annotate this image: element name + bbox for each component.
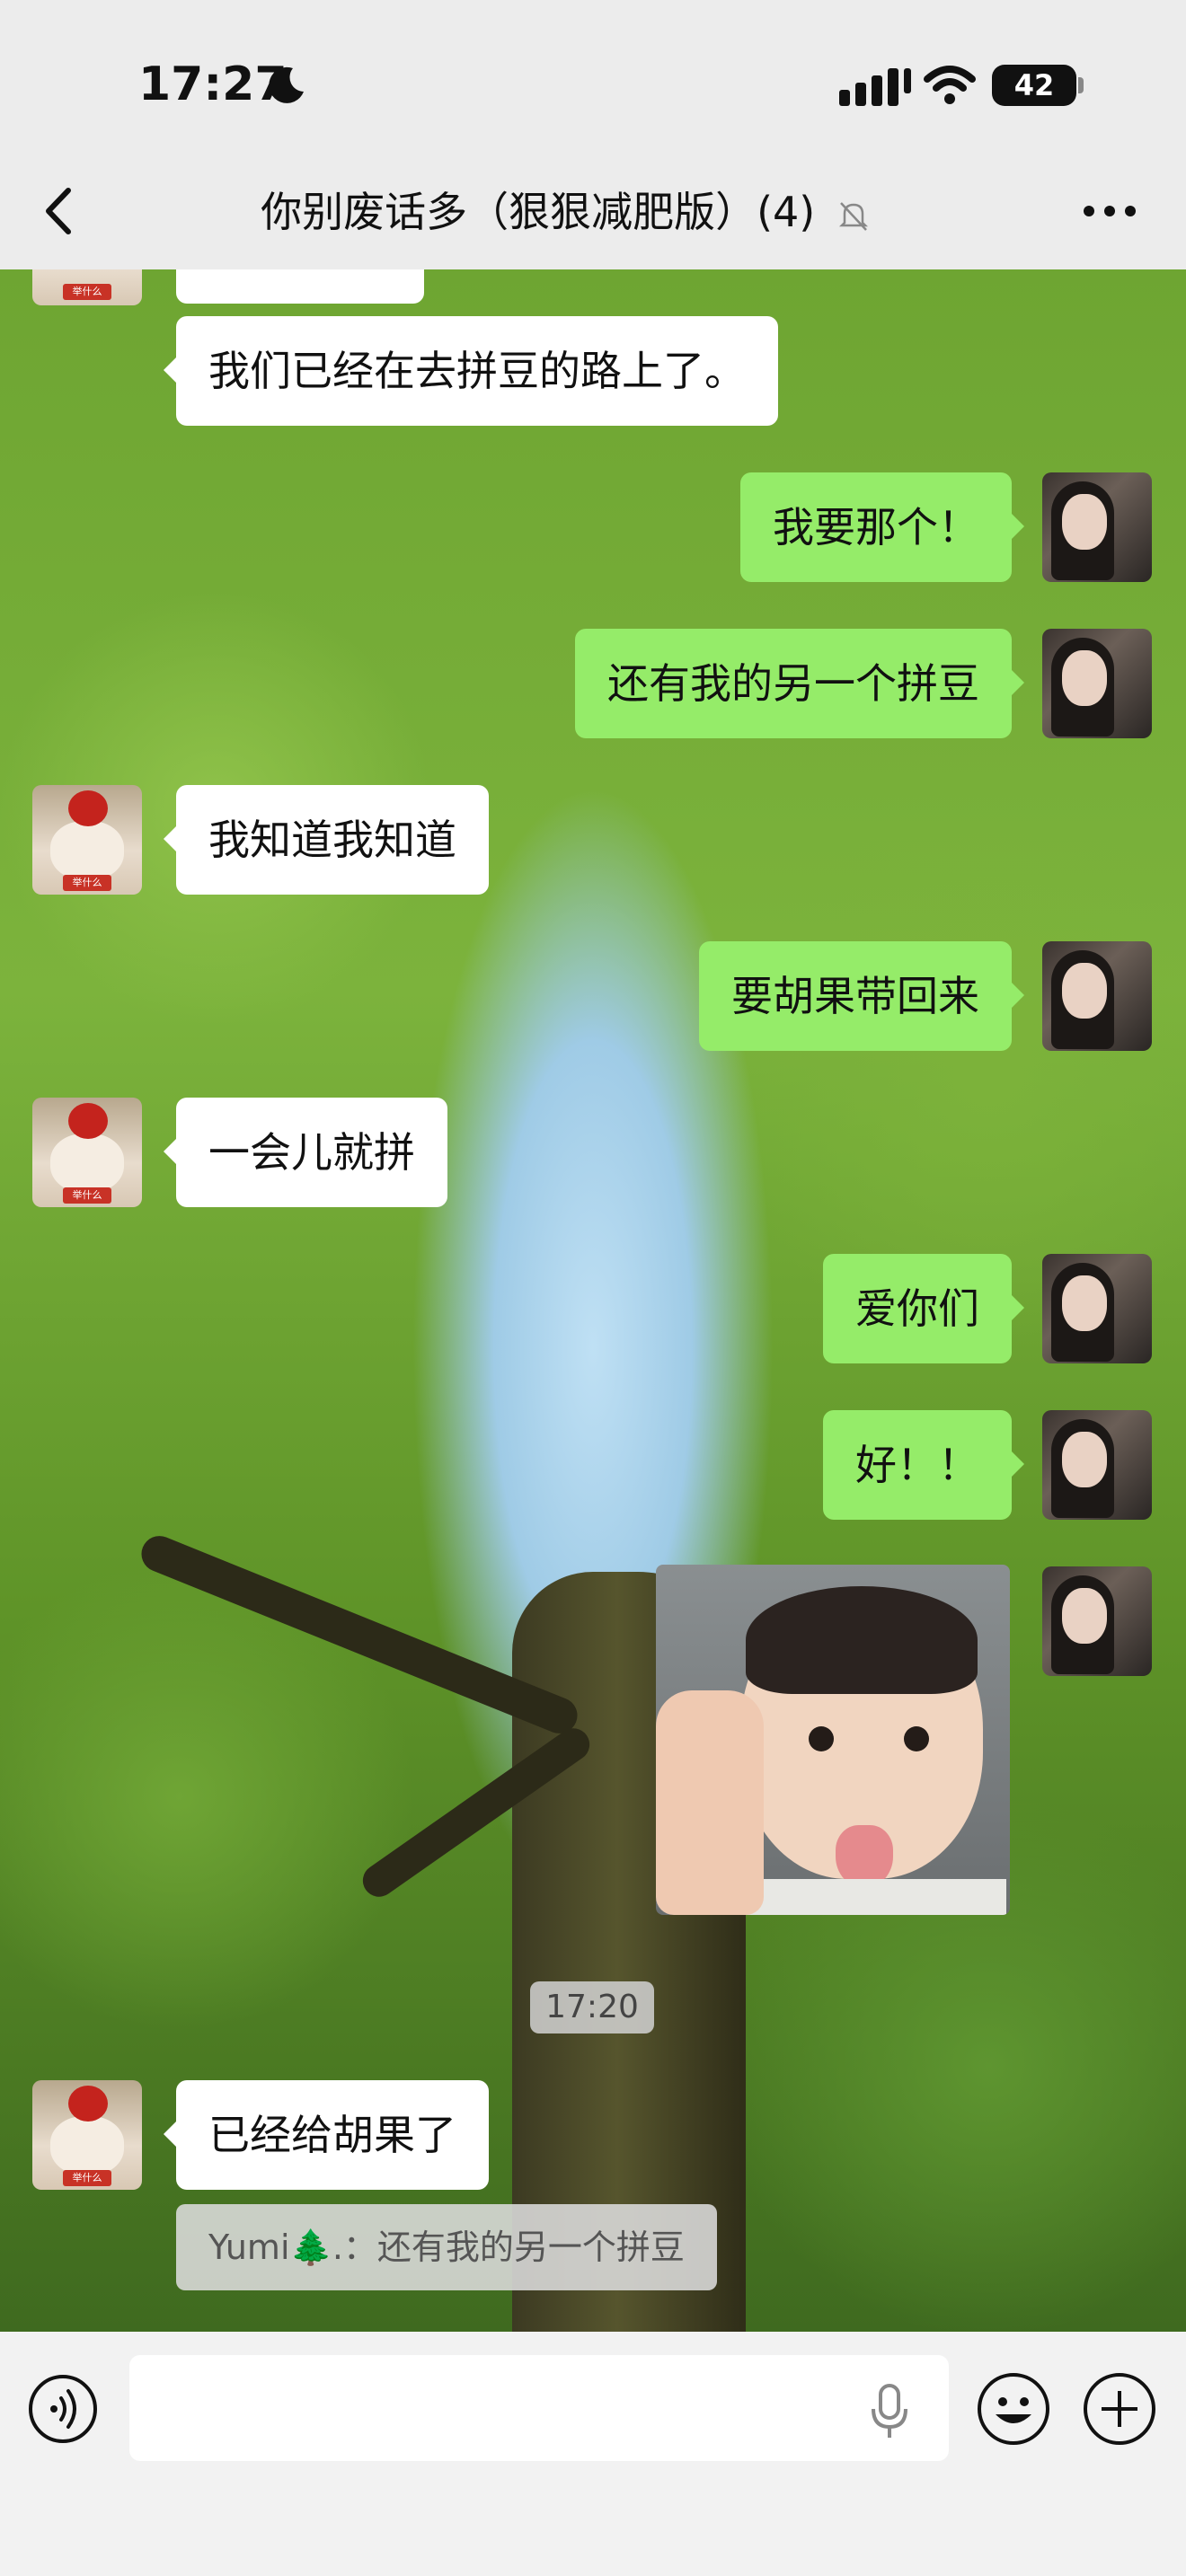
wifi-icon xyxy=(924,66,976,104)
image-message[interactable] xyxy=(656,1565,1010,1915)
avatar-face xyxy=(1062,1275,1107,1331)
apple-icon xyxy=(68,790,108,826)
avatar-self[interactable] xyxy=(1042,941,1152,1051)
avatar-tag: 举什么 xyxy=(63,284,111,300)
avatar-face xyxy=(50,2116,124,2175)
message-bubble-outgoing[interactable]: 我要那个！ xyxy=(740,472,1024,582)
image-baby-eye xyxy=(809,1726,834,1751)
emoji-icon[interactable] xyxy=(976,2371,1051,2447)
avatar-face xyxy=(1062,1432,1107,1487)
avatar-self[interactable] xyxy=(1042,472,1152,582)
moon-icon xyxy=(269,66,304,103)
message-input[interactable] xyxy=(129,2355,949,2461)
image-baby-shirt xyxy=(737,1879,1006,1915)
avatar-face xyxy=(1062,963,1107,1019)
avatar-cat[interactable]: 举什么 xyxy=(32,785,142,895)
message-bubble-incoming[interactable]: 我知道我知道 xyxy=(164,785,489,895)
avatar-face xyxy=(50,821,124,880)
message-bubble-incoming[interactable]: 一会儿就拼 xyxy=(164,1098,447,1207)
message-timestamp: 17:20 xyxy=(530,1981,654,2033)
image-peace-hand xyxy=(656,1690,764,1915)
back-button[interactable] xyxy=(32,180,86,243)
top-bar: 17:27 42 你别废话多（狠狠减肥版）(4) xyxy=(0,0,1186,269)
more-button[interactable] xyxy=(1078,198,1141,225)
cellular-signal-icon xyxy=(839,68,911,106)
voice-icon[interactable] xyxy=(27,2373,99,2445)
avatar-face xyxy=(1062,1588,1107,1644)
avatar-self[interactable] xyxy=(1042,629,1152,738)
avatar-tag: 举什么 xyxy=(63,2170,111,2186)
bell-slash-icon xyxy=(838,201,868,231)
avatar-self[interactable] xyxy=(1042,1566,1152,1676)
message-bubble-outgoing[interactable]: 还有我的另一个拼豆 xyxy=(575,629,1024,738)
chat-title-text: 你别废话多（狠狠减肥版）(4) xyxy=(261,188,816,236)
quoted-message[interactable]: Yumi🌲.：还有我的另一个拼豆 xyxy=(176,2204,717,2290)
plus-icon[interactable] xyxy=(1082,2371,1157,2447)
apple-icon xyxy=(68,1103,108,1139)
avatar-cat[interactable]: 举什么 xyxy=(32,2080,142,2190)
message-bubble-incoming[interactable]: 我们已经在去拼豆的路上了。 xyxy=(164,316,778,426)
avatar-cat[interactable]: 举什么 xyxy=(32,1098,142,1207)
battery-indicator: 42 xyxy=(992,65,1076,106)
avatar-tag: 举什么 xyxy=(63,1187,111,1204)
avatar-cat[interactable]: 举什么 xyxy=(32,269,142,305)
avatar-face xyxy=(1062,494,1107,550)
apple-icon xyxy=(68,2086,108,2122)
message-bubble-partial[interactable] xyxy=(176,269,424,304)
avatar-face xyxy=(50,1134,124,1193)
message-bubble-incoming[interactable]: 已经给胡果了 xyxy=(164,2080,489,2190)
message-bubble-outgoing[interactable]: 要胡果带回来 xyxy=(699,941,1024,1051)
chat-title: 你别废话多（狠狠减肥版）(4) xyxy=(135,180,997,239)
avatar-face xyxy=(1062,650,1107,706)
microphone-icon[interactable] xyxy=(866,2382,913,2439)
avatar-self[interactable] xyxy=(1042,1254,1152,1363)
image-baby-eye xyxy=(904,1726,929,1751)
image-baby-hair xyxy=(746,1586,978,1694)
avatar-self[interactable] xyxy=(1042,1410,1152,1520)
avatar-tag: 举什么 xyxy=(63,875,111,891)
message-bubble-outgoing[interactable]: 好！！ xyxy=(823,1410,1024,1520)
battery-tip xyxy=(1078,77,1084,93)
message-bubble-outgoing[interactable]: 爱你们 xyxy=(823,1254,1024,1363)
status-time: 17:27 xyxy=(138,57,288,111)
